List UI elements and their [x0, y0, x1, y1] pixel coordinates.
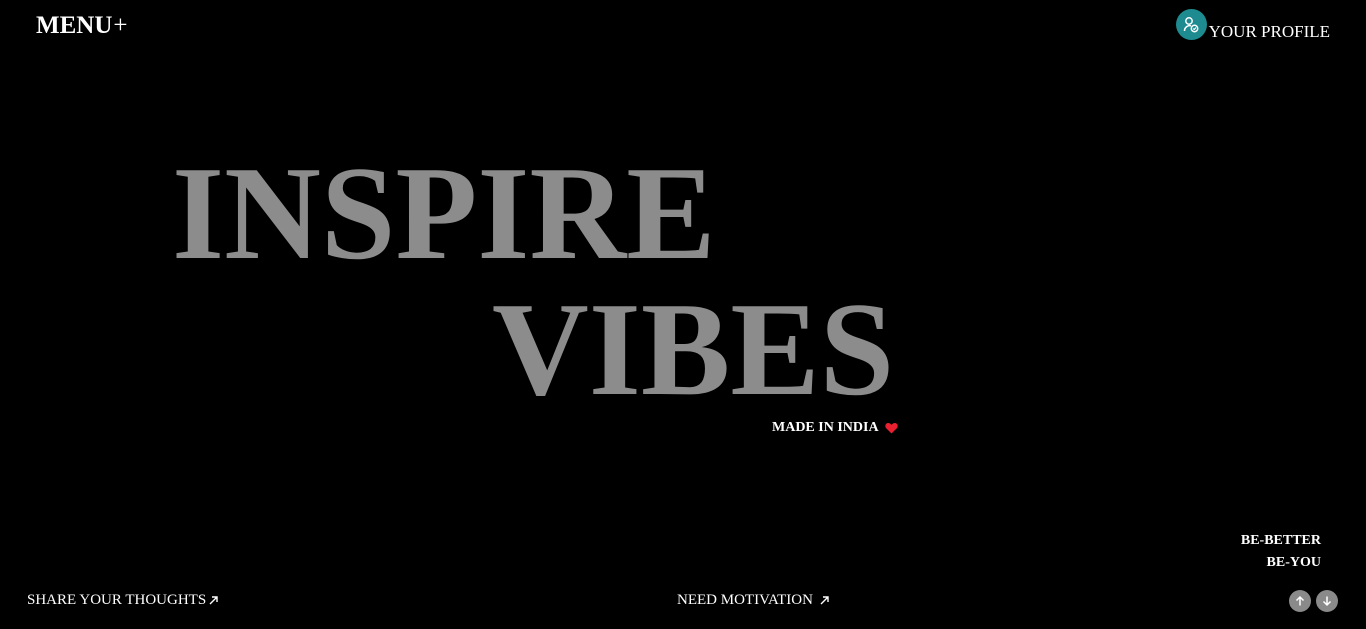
scroll-down-button[interactable]	[1316, 590, 1338, 612]
made-in-label: MADE IN INDIA	[772, 420, 879, 435]
share-thoughts-link[interactable]: SHARE YOUR THOUGHTS	[27, 592, 218, 609]
menu-button[interactable]: MENU+	[36, 12, 128, 40]
arrow-up-right-icon	[209, 596, 218, 605]
menu-label: MENU	[36, 12, 113, 39]
arrow-up-icon	[1294, 595, 1306, 607]
hero-title-line-1: INSPIRE	[172, 139, 716, 287]
tagline-be-better: BE-BETTER	[1240, 533, 1321, 548]
profile-label: YOUR PROFILE	[1208, 22, 1330, 41]
share-thoughts-label: SHARE YOUR THOUGHTS	[27, 592, 207, 608]
page: MENU+ YOUR PROFILE INSPIRE VIBES MADE IN…	[0, 0, 1366, 629]
profile-link[interactable]: YOUR PROFILE	[1175, 9, 1330, 41]
heart-icon	[884, 422, 898, 434]
tagline-be-you: BE-YOU	[1266, 555, 1321, 570]
made-in-india-tagline: MADE IN INDIA	[772, 420, 898, 436]
scroll-up-button[interactable]	[1289, 590, 1311, 612]
need-motivation-label: NEED MOTIVATION	[677, 592, 813, 608]
menu-plus-icon: +	[113, 12, 128, 39]
profile-icon	[1175, 9, 1207, 40]
arrow-up-right-icon	[820, 596, 829, 605]
need-motivation-link[interactable]: NEED MOTIVATION	[677, 592, 829, 609]
arrow-down-icon	[1321, 595, 1333, 607]
hero-title-line-2: VIBES	[492, 275, 895, 423]
